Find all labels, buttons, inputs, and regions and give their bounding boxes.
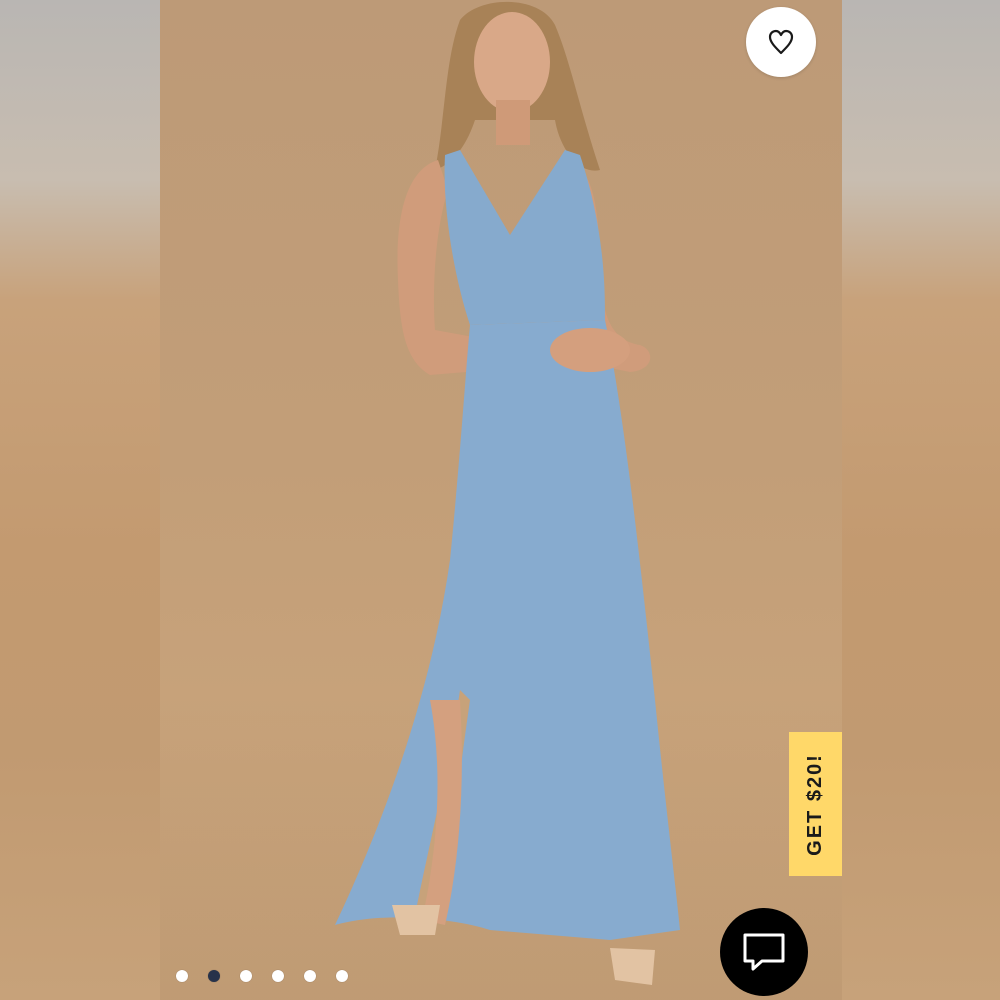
pagination-dot[interactable] — [336, 970, 348, 982]
product-photo[interactable] — [160, 0, 842, 1000]
pagination-dot[interactable] — [240, 970, 252, 982]
pagination-dot[interactable] — [208, 970, 220, 982]
blurred-left-panel — [0, 0, 160, 1000]
chat-bubble-icon — [743, 933, 785, 971]
promo-tab-label: GET $20! — [804, 752, 827, 856]
heart-outline-icon — [768, 29, 794, 55]
image-pagination — [176, 968, 348, 984]
model-neck — [496, 100, 530, 145]
dress-skirt — [335, 320, 680, 940]
pagination-dot[interactable] — [272, 970, 284, 982]
favorite-button[interactable] — [746, 7, 816, 77]
model-left-shoe — [392, 905, 440, 935]
pagination-dot[interactable] — [304, 970, 316, 982]
model-hands — [550, 328, 630, 372]
chat-button[interactable] — [720, 908, 808, 996]
dress-bodice — [444, 150, 605, 325]
blurred-right-panel — [842, 0, 1000, 1000]
model-face — [474, 12, 550, 112]
model-right-shoe — [610, 948, 655, 985]
pagination-dot[interactable] — [176, 970, 188, 982]
promo-tab[interactable]: GET $20! — [789, 732, 842, 876]
model-illustration — [335, 1, 680, 985]
